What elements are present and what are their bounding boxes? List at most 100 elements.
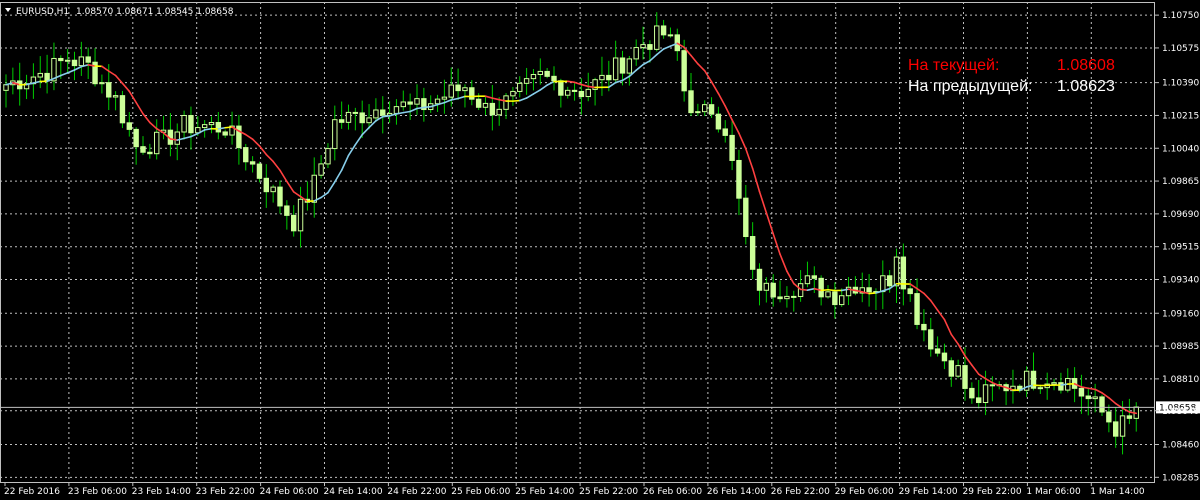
price-tick-label: 1.08985 [1162, 342, 1199, 352]
price-tick-label: 1.10575 [1162, 44, 1199, 54]
candle-bull [702, 104, 708, 113]
candle-bear [619, 57, 626, 74]
candle-bear [928, 329, 934, 350]
time-tick-label: 26 Feb 14:00 [707, 487, 766, 497]
candle-bear [708, 104, 715, 115]
candle-bear [1126, 415, 1133, 419]
candle-bull [201, 124, 208, 129]
candle-bull [955, 365, 961, 377]
candle-bear [58, 57, 64, 62]
candle-bull [626, 58, 633, 74]
candle-bear [147, 151, 153, 155]
candle-bear [743, 197, 749, 238]
candle-bull [78, 56, 85, 67]
price-axis[interactable]: 1.10750 1.10575 1.10390 1.10215 1.10040 1.098… [1155, 11, 1199, 483]
candle-bear [140, 146, 146, 153]
price-tick-label: 1.10750 [1162, 11, 1199, 21]
candle-bear [722, 128, 728, 136]
candle-bear [188, 114, 194, 134]
price-tick-label: 1.08285 [1162, 473, 1199, 483]
candle-bull [825, 291, 831, 298]
candle-bear [489, 102, 496, 116]
candle-bull [174, 131, 180, 145]
candle-bear [667, 34, 674, 37]
candle-bull [434, 98, 441, 105]
ma-segment [868, 292, 877, 295]
candle-bull [654, 25, 660, 50]
candle-bear [71, 59, 78, 67]
price-tick-label: 1.09515 [1162, 243, 1199, 253]
candle-bear [921, 323, 927, 331]
current-label: На текущей: [908, 57, 999, 74]
candle-bear [770, 282, 776, 298]
ma-segment [402, 110, 411, 114]
time-tick-label: 26 Feb 06:00 [643, 487, 702, 497]
candle-bear [660, 25, 667, 36]
price-tick-label: 1.10390 [1162, 79, 1199, 89]
candle-bull [612, 57, 619, 81]
candle-bull [297, 198, 304, 232]
candle-bear [256, 163, 263, 179]
time-tick-label: 24 Feb 06:00 [260, 487, 319, 497]
time-tick-label: 22 Feb 2016 [4, 487, 60, 497]
candle-bear [277, 186, 283, 207]
chart-header: EURUSD,H1 1.08570 1.08671 1.08545 1.0865… [5, 7, 234, 17]
candle-bear [606, 74, 612, 81]
time-tick-label: 25 Feb 06:00 [451, 487, 510, 497]
price-tick-label: 1.10040 [1162, 144, 1199, 154]
candle-bear [263, 177, 270, 193]
candle-bull [517, 82, 523, 92]
time-tick-label: 29 Feb 06:00 [835, 487, 894, 497]
candle-bear [777, 296, 783, 300]
time-tick-label: 26 Feb 22:00 [771, 487, 830, 497]
current-value: 1.08608 [1057, 57, 1115, 74]
candle-bear [85, 56, 91, 63]
time-tick-label: 1 Mar 06:00 [1026, 487, 1081, 497]
ma-segment [416, 106, 425, 110]
candle-bull [112, 95, 119, 98]
candle-bull [400, 101, 407, 108]
candle-bull [393, 106, 400, 114]
candle-bull [510, 90, 516, 97]
price-tick-label: 1.08640 [1162, 407, 1199, 417]
ma-segment [1060, 383, 1069, 386]
candle-bear [832, 291, 838, 306]
candle-bull [839, 295, 845, 306]
candle-bull [565, 89, 571, 96]
price-tick-label: 1.10215 [1162, 111, 1199, 121]
candle-bull [982, 384, 989, 404]
ma-segment [820, 288, 829, 292]
candle-bear [914, 293, 920, 325]
candle-bear [291, 214, 297, 232]
candle-bull [154, 131, 160, 155]
candle-bear [284, 205, 290, 216]
candle-bull [633, 47, 639, 60]
candle-bull [441, 96, 448, 100]
candle-bear [715, 113, 722, 130]
price-chart[interactable]: 1.08658 1.107501.105751.103901.102151.10… [0, 0, 1200, 500]
candle-bull [64, 59, 71, 62]
candle-bear [571, 89, 578, 92]
candle-bear [119, 95, 126, 124]
candle-bull [325, 148, 331, 165]
candle-bear [688, 90, 694, 114]
candle-bull [1051, 382, 1057, 385]
candle-bull [1119, 415, 1126, 437]
candle-bull [345, 111, 352, 123]
price-tick-label: 1.08810 [1162, 375, 1199, 385]
candle-bear [962, 365, 968, 389]
price-tick-label: 1.09690 [1162, 210, 1199, 220]
candle-bull [373, 109, 379, 119]
time-tick-label: 1 Mar 14:00 [1090, 487, 1145, 497]
candle-bull [523, 78, 530, 84]
candle-bear [749, 236, 756, 270]
candle-bull [640, 44, 646, 49]
price-tick-label: 1.09340 [1162, 276, 1199, 286]
candle-bear [1085, 395, 1091, 400]
ma-segment [840, 288, 850, 292]
ma-segment [381, 115, 391, 118]
candle-bear [1106, 411, 1112, 423]
time-tick-label: 23 Feb 14:00 [132, 487, 191, 497]
candle-bull [332, 119, 338, 150]
candle-bear [1113, 421, 1119, 437]
